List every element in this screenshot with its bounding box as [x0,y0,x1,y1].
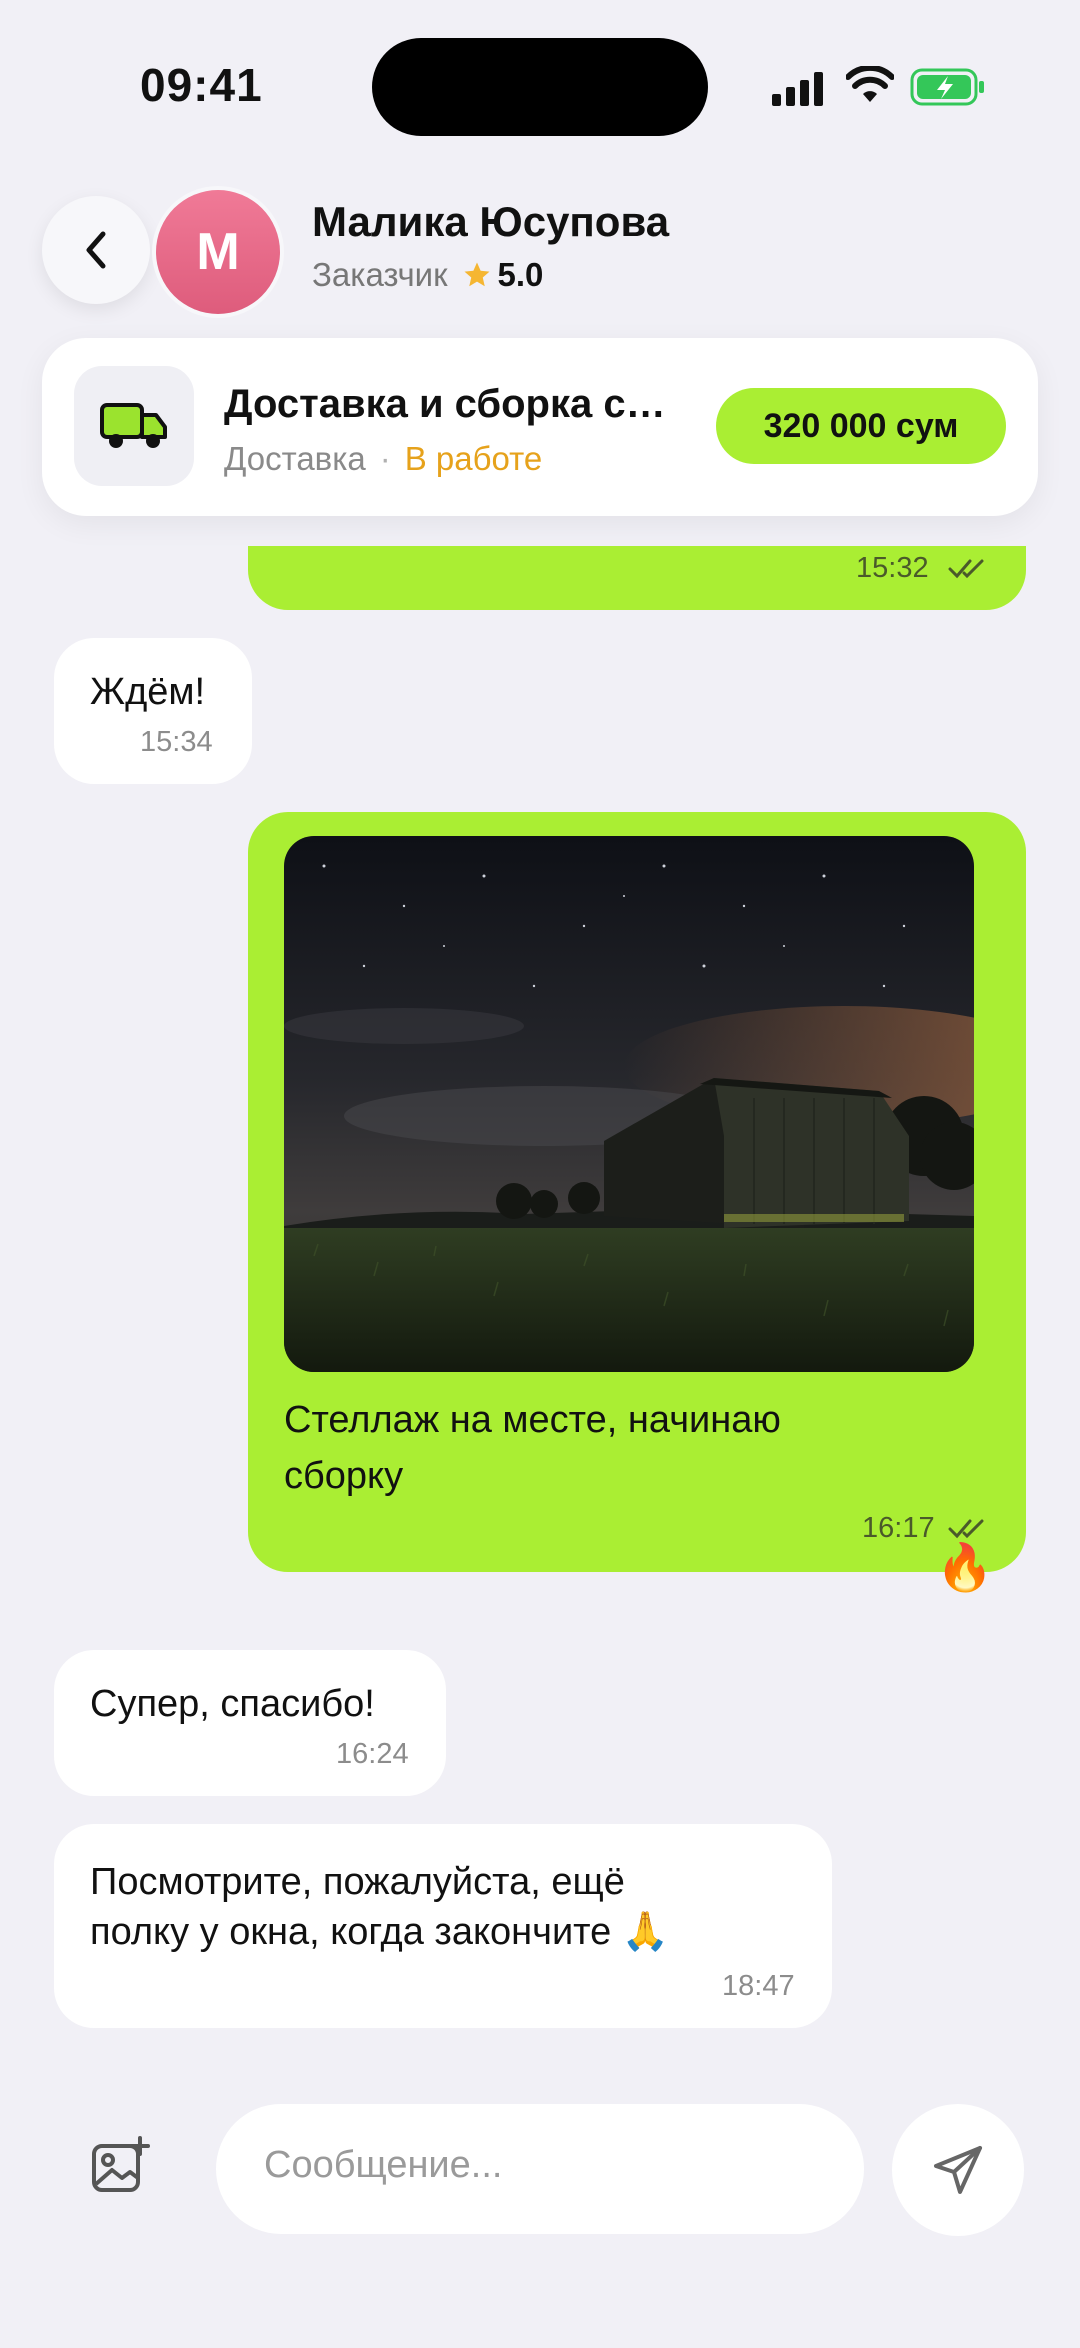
message-input-placeholder: Сообщение... [264,2144,503,2186]
status-time: 09:41 [140,59,263,111]
separator-dot: · [379,440,391,477]
battery-icon [910,68,984,106]
star-icon [464,262,490,287]
message-reaction[interactable]: 🔥 [936,1540,993,1595]
message-time: 16:24 [336,1738,409,1770]
message-in[interactable]: Посмотрите, пожалуйста, ещё полку у окна… [54,1824,832,2028]
message-out-photo[interactable]: Стеллаж на месте, начинаю сборку 16:17 [248,812,1026,1572]
message-in[interactable]: Ждём! 15:34 [54,638,252,784]
order-subtitle: Доставка · В работе [224,440,542,478]
contact-role: Заказчик [312,256,448,293]
message-input[interactable]: Сообщение... [216,2104,864,2234]
attach-image-icon[interactable] [88,2134,152,2198]
double-check-icon [948,559,984,579]
avatar[interactable]: М [156,190,280,314]
order-status: В работе [404,440,543,477]
order-card[interactable]: Доставка и сборка стеллажа Доставка · В … [42,338,1038,516]
message-text: Ждём! [90,671,206,713]
order-category: Доставка [224,440,366,477]
photo-caption-line-1: Стеллаж на месте, начинаю [284,1399,781,1441]
message-text-line-2: полку у окна, когда закончите 🙏 [90,1911,670,1953]
order-icon-box [74,366,194,486]
message-out-partial[interactable]: 15:32 [248,546,1026,610]
cellular-signal-icon [772,72,823,106]
message-time: 16:17 [862,1512,935,1544]
message-text-line-1: Посмотрите, пожалуйста, ещё [90,1861,625,1903]
double-check-icon [948,1519,984,1539]
contact-name[interactable]: Малика Юсупова [312,198,669,246]
message-in[interactable]: Супер, спасибо! 16:24 [54,1650,446,1796]
message-text: Супер, спасибо! [90,1683,375,1725]
message-time: 18:47 [722,1970,795,2002]
photo-attachment[interactable] [284,836,974,1372]
send-button[interactable] [892,2104,1024,2236]
back-chevron-icon [86,231,106,269]
barn-night-photo [284,836,974,1372]
contact-rating: 5.0 [497,256,544,293]
message-time: 15:34 [140,726,213,758]
order-title: Доставка и сборка стеллажа [224,382,684,426]
back-button[interactable] [42,196,150,304]
dynamic-island [372,38,708,136]
send-icon [934,2146,982,2194]
truck-icon [100,403,167,448]
contact-meta: Заказчик 5.0 [312,256,543,294]
message-time: 15:32 [856,552,929,584]
wifi-icon [846,66,894,102]
photo-caption-line-2: сборку [284,1455,404,1497]
order-price-badge[interactable]: 320 000 сум [716,388,1006,464]
